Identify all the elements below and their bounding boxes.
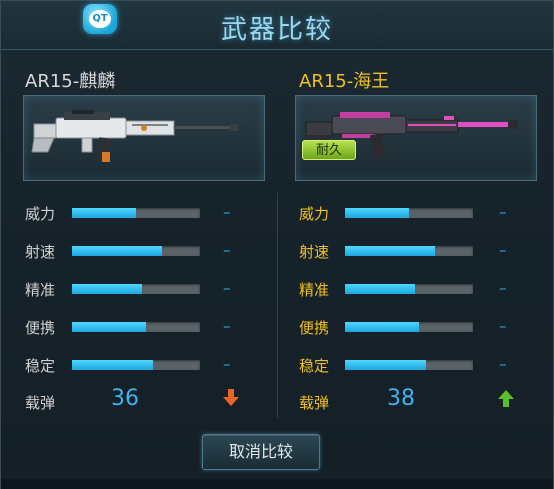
- left-stat-stability: 稳定 –: [25, 355, 245, 375]
- stat-diff: –: [223, 203, 231, 221]
- stat-bar-fill: [72, 246, 162, 256]
- stat-diff: –: [499, 279, 507, 297]
- title-bar: QT 武器比较: [1, 1, 553, 50]
- right-stat-power: 威力 –: [299, 203, 519, 223]
- stat-bar-fill: [72, 284, 143, 294]
- stat-label: 稳定: [299, 357, 330, 375]
- stat-label: 精准: [299, 281, 330, 299]
- stat-bar-fill: [72, 360, 153, 370]
- right-weapon-name: AR15-海王: [299, 71, 390, 92]
- right-weapon-card[interactable]: 耐久: [295, 95, 537, 181]
- stat-label: 便携: [25, 319, 56, 337]
- left-ammo-value: 36: [111, 386, 139, 411]
- stat-label: 便携: [299, 319, 330, 337]
- stat-bar-track: [345, 208, 473, 218]
- stat-diff: –: [499, 317, 507, 335]
- stat-bar-fill: [72, 322, 147, 332]
- right-ammo-value: 38: [387, 386, 415, 411]
- stat-diff: –: [223, 241, 231, 259]
- stat-bar-fill: [345, 246, 435, 256]
- left-weapon-image: [31, 110, 238, 162]
- right-stat-firerate: 射速 –: [299, 241, 519, 261]
- stat-bar-track: [72, 246, 200, 256]
- stat-bar-track: [345, 246, 473, 256]
- left-stat-firerate: 射速 –: [25, 241, 245, 261]
- cancel-compare-button[interactable]: 取消比较: [202, 434, 320, 470]
- stat-bar-fill: [345, 284, 416, 294]
- stat-label: 射速: [25, 243, 56, 261]
- stat-label: 稳定: [25, 357, 56, 375]
- durability-badge: 耐久: [302, 140, 356, 160]
- window-title: 武器比较: [220, 15, 333, 45]
- left-weapon-card[interactable]: [23, 95, 265, 181]
- stat-bar-track: [345, 360, 473, 370]
- stat-diff: –: [499, 355, 507, 373]
- stat-label: 射速: [299, 243, 330, 261]
- stat-bar-track: [72, 360, 200, 370]
- bottom-strip: [1, 479, 553, 489]
- arrow-up-icon: [498, 390, 514, 407]
- left-stat-power: 威力 –: [25, 203, 245, 223]
- stat-diff: –: [499, 241, 507, 259]
- stat-bar-fill: [345, 322, 420, 332]
- stat-bar-track: [345, 284, 473, 294]
- right-stat-stability: 稳定 –: [299, 355, 519, 375]
- left-ammo-label: 载弹: [25, 394, 56, 412]
- left-stat-portability: 便携 –: [25, 317, 245, 337]
- stat-bar-fill: [345, 208, 409, 218]
- arrow-down-icon: [223, 389, 239, 406]
- stat-diff: –: [499, 203, 507, 221]
- column-divider: [277, 193, 278, 418]
- right-stat-portability: 便携 –: [299, 317, 519, 337]
- stat-bar-fill: [72, 208, 136, 218]
- stat-bar-fill: [345, 360, 426, 370]
- stat-bar-track: [72, 208, 200, 218]
- right-ammo-label: 载弹: [299, 394, 330, 412]
- right-weapon-image: [304, 112, 518, 159]
- right-stat-accuracy: 精准 –: [299, 279, 519, 299]
- stat-bar-track: [72, 322, 200, 332]
- left-weapon-name: AR15-麒麟: [25, 71, 116, 92]
- stat-bar-track: [345, 322, 473, 332]
- stat-bar-track: [72, 284, 200, 294]
- stat-diff: –: [223, 317, 231, 335]
- stat-label: 威力: [25, 205, 56, 223]
- stat-label: 精准: [25, 281, 56, 299]
- stat-label: 威力: [299, 205, 330, 223]
- weapon-compare-window: QT 武器比较 AR15-麒麟 AR15-海王 耐久 威力 – 射速 – 精准 …: [0, 0, 554, 489]
- stat-diff: –: [223, 279, 231, 297]
- left-stat-accuracy: 精准 –: [25, 279, 245, 299]
- stat-diff: –: [223, 355, 231, 373]
